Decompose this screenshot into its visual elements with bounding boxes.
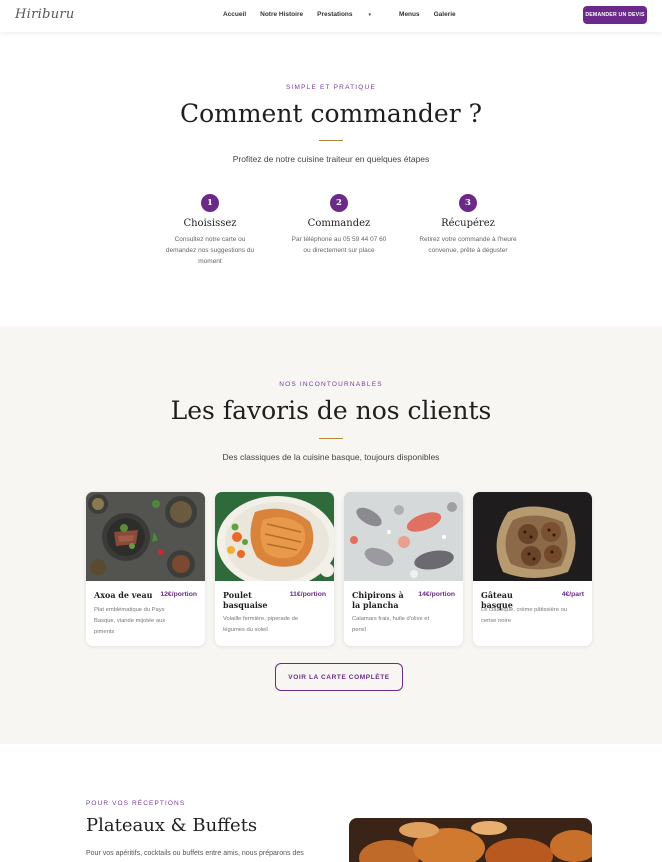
- title-divider: [319, 140, 343, 141]
- how-title: Comment commander ?: [179, 99, 483, 128]
- dish-desc-line: persil: [352, 627, 366, 633]
- how-eyebrow: SIMPLE ET PRATIQUE: [286, 84, 376, 91]
- step-desc-line: demandez nos suggestions du: [165, 247, 255, 254]
- step-title: Commandez: [307, 218, 371, 229]
- dish-desc-line: Le classique, crème pâtissière ou: [481, 607, 568, 613]
- dish-photo-gateau: [473, 492, 592, 581]
- dish-name: Axoa de veau: [94, 590, 153, 600]
- how-subtitle: Profitez de notre cuisine traiteur en qu…: [232, 154, 430, 164]
- dish-price: 14€/portion: [418, 591, 455, 598]
- nav-item-accueil[interactable]: Accueil: [223, 11, 246, 18]
- dish-description: Le classique, crème pâtissière ou cerise…: [481, 605, 585, 627]
- step-number-badge: 1: [201, 194, 219, 212]
- nav-item-galerie[interactable]: Galerie: [434, 11, 456, 18]
- main-nav: Accueil Notre Histoire Prestations ▾ Menu…: [223, 11, 470, 18]
- dish-photo-axoa: [86, 492, 205, 581]
- dish-description: Calamars frais, huile d'olive et persil: [352, 614, 456, 636]
- view-full-menu-button[interactable]: VOIR LA CARTE COMPLÈTE: [275, 663, 403, 691]
- step-desc-line: Par téléphone au 05 59 44 07 60: [291, 236, 387, 243]
- nav-item-prestations-label: Prestations: [317, 11, 353, 18]
- plateaux-eyebrow: POUR VOS RÉCEPTIONS: [86, 800, 186, 807]
- title-divider: [319, 438, 343, 439]
- step-desc-line: Retirez votre commande à l'heure: [419, 236, 517, 243]
- step-description: Retirez votre commande à l'heure convenu…: [413, 234, 523, 256]
- menu-card-gateau[interactable]: Gâteau basque 4€/part Le classique, crèm…: [473, 492, 592, 646]
- dish-photo-chipirons: [344, 492, 463, 581]
- chevron-down-icon: ▾: [368, 12, 372, 18]
- menu-card-chipirons[interactable]: Chipirons à la plancha 14€/portion Calam…: [344, 492, 463, 646]
- quote-request-button[interactable]: DEMANDER UN DEVIS: [583, 6, 647, 24]
- plateaux-paragraph: Pour vos apéritifs, cocktails ou buffets…: [86, 850, 304, 857]
- logo[interactable]: Hiriburu: [15, 7, 75, 22]
- step-title: Choisissez: [183, 218, 237, 229]
- how-to-order-section: SIMPLE ET PRATIQUE Comment commander ? P…: [0, 32, 662, 326]
- step-number-badge: 2: [330, 194, 348, 212]
- dish-name: Poulet basquaise: [223, 590, 268, 610]
- dish-photo-poulet: [215, 492, 334, 581]
- dish-price: 11€/portion: [289, 591, 326, 598]
- nav-item-prestations[interactable]: Prestations ▾: [317, 11, 385, 18]
- step-title: Récupérez: [441, 218, 495, 229]
- step-desc-line: moment: [198, 258, 222, 265]
- step-number-badge: 3: [459, 194, 477, 212]
- favorites-title: Les favoris de nos clients: [170, 396, 492, 425]
- menu-card-axoa[interactable]: Axoa de veau 12€/portion Plat emblématiq…: [86, 492, 205, 646]
- dish-name: Chipirons à la plancha: [352, 590, 404, 610]
- plateaux-title: Plateaux & Buffets: [86, 815, 258, 836]
- dish-description: Volaille fermière, piperade de légumes d…: [223, 614, 327, 636]
- menu-card-poulet[interactable]: Poulet basquaise 11€/portion Volaille fe…: [215, 492, 334, 646]
- dish-description: Plat emblématique du Pays Basque, viande…: [94, 605, 198, 638]
- step-desc-line: Consultez notre carte ou: [174, 236, 246, 243]
- step-1: 1 Choisissez Consultez notre carte ou de…: [155, 194, 265, 267]
- dish-desc-line: Plat emblématique du Pays: [94, 607, 165, 613]
- nav-item-menus[interactable]: Menus: [399, 11, 420, 18]
- step-description: Par téléphone au 05 59 44 07 60 ou direc…: [284, 234, 394, 256]
- step-2: 2 Commandez Par téléphone au 05 59 44 07…: [284, 194, 394, 256]
- nav-item-histoire[interactable]: Notre Histoire: [260, 11, 303, 18]
- step-description: Consultez notre carte ou demandez nos su…: [155, 234, 265, 267]
- dish-desc-line: piments: [94, 629, 115, 635]
- step-desc-line: convenue, prête à déguster: [428, 247, 508, 254]
- favorites-eyebrow: NOS INCONTOURNABLES: [279, 381, 383, 388]
- favorites-section: NOS INCONTOURNABLES Les favoris de nos c…: [0, 326, 662, 744]
- plateaux-section: POUR VOS RÉCEPTIONS Plateaux & Buffets P…: [0, 744, 662, 862]
- site-header: Hiriburu Accueil Notre Histoire Prestati…: [0, 0, 662, 32]
- dish-desc-line: Basque, viande mijotée aux: [94, 618, 166, 624]
- dish-price: 12€/portion: [160, 591, 197, 598]
- dish-desc-line: Volaille fermière, piperade de: [223, 616, 299, 622]
- dish-desc-line: cerise noire: [481, 618, 511, 624]
- dish-desc-line: légumes du soleil: [223, 627, 268, 633]
- step-desc-line: ou directement sur place: [303, 247, 375, 254]
- plateaux-photo: [349, 818, 592, 862]
- step-3: 3 Récupérez Retirez votre commande à l'h…: [413, 194, 523, 256]
- favorites-subtitle: Des classiques de la cuisine basque, tou…: [222, 452, 440, 462]
- dish-desc-line: Calamars frais, huile d'olive et: [352, 616, 430, 622]
- dish-price: 4€/part: [561, 591, 584, 598]
